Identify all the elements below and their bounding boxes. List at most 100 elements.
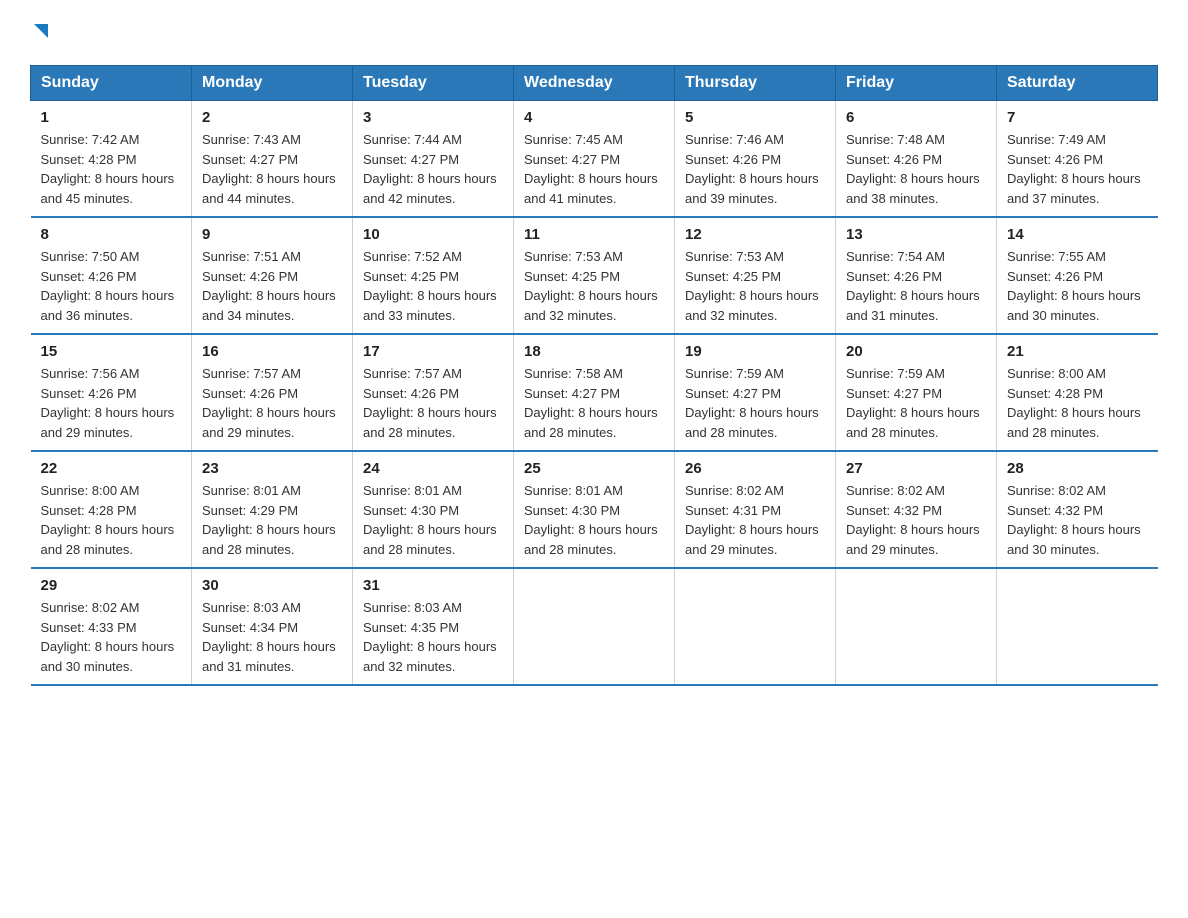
day-info: Sunrise: 7:42 AMSunset: 4:28 PMDaylight:…: [41, 132, 175, 206]
header-monday: Monday: [192, 66, 353, 101]
day-info: Sunrise: 7:55 AMSunset: 4:26 PMDaylight:…: [1007, 249, 1141, 323]
calendar-cell: 9 Sunrise: 7:51 AMSunset: 4:26 PMDayligh…: [192, 217, 353, 334]
day-info: Sunrise: 7:53 AMSunset: 4:25 PMDaylight:…: [685, 249, 819, 323]
logo-arrow-icon: [30, 20, 52, 47]
day-number: 29: [41, 577, 182, 594]
calendar-cell: 5 Sunrise: 7:46 AMSunset: 4:26 PMDayligh…: [675, 101, 836, 218]
day-info: Sunrise: 7:45 AMSunset: 4:27 PMDaylight:…: [524, 132, 658, 206]
header-saturday: Saturday: [997, 66, 1158, 101]
calendar-week-row: 1 Sunrise: 7:42 AMSunset: 4:28 PMDayligh…: [31, 101, 1158, 218]
day-info: Sunrise: 8:03 AMSunset: 4:35 PMDaylight:…: [363, 600, 497, 674]
header-thursday: Thursday: [675, 66, 836, 101]
calendar-cell: 29 Sunrise: 8:02 AMSunset: 4:33 PMDaylig…: [31, 568, 192, 685]
day-number: 15: [41, 343, 182, 360]
day-info: Sunrise: 8:02 AMSunset: 4:33 PMDaylight:…: [41, 600, 175, 674]
calendar-cell: 6 Sunrise: 7:48 AMSunset: 4:26 PMDayligh…: [836, 101, 997, 218]
day-number: 11: [524, 226, 664, 243]
calendar-cell: 23 Sunrise: 8:01 AMSunset: 4:29 PMDaylig…: [192, 451, 353, 568]
calendar-cell: 19 Sunrise: 7:59 AMSunset: 4:27 PMDaylig…: [675, 334, 836, 451]
calendar-cell: 28 Sunrise: 8:02 AMSunset: 4:32 PMDaylig…: [997, 451, 1158, 568]
day-info: Sunrise: 7:52 AMSunset: 4:25 PMDaylight:…: [363, 249, 497, 323]
day-number: 6: [846, 109, 986, 126]
day-number: 23: [202, 460, 342, 477]
calendar-cell: 4 Sunrise: 7:45 AMSunset: 4:27 PMDayligh…: [514, 101, 675, 218]
calendar-cell: 3 Sunrise: 7:44 AMSunset: 4:27 PMDayligh…: [353, 101, 514, 218]
calendar-cell: 16 Sunrise: 7:57 AMSunset: 4:26 PMDaylig…: [192, 334, 353, 451]
day-info: Sunrise: 7:51 AMSunset: 4:26 PMDaylight:…: [202, 249, 336, 323]
calendar-cell: 21 Sunrise: 8:00 AMSunset: 4:28 PMDaylig…: [997, 334, 1158, 451]
day-number: 1: [41, 109, 182, 126]
day-info: Sunrise: 8:02 AMSunset: 4:32 PMDaylight:…: [846, 483, 980, 557]
calendar-week-row: 15 Sunrise: 7:56 AMSunset: 4:26 PMDaylig…: [31, 334, 1158, 451]
day-info: Sunrise: 8:03 AMSunset: 4:34 PMDaylight:…: [202, 600, 336, 674]
day-info: Sunrise: 8:01 AMSunset: 4:30 PMDaylight:…: [363, 483, 497, 557]
day-number: 27: [846, 460, 986, 477]
day-number: 22: [41, 460, 182, 477]
calendar-cell: 14 Sunrise: 7:55 AMSunset: 4:26 PMDaylig…: [997, 217, 1158, 334]
header-wednesday: Wednesday: [514, 66, 675, 101]
day-number: 30: [202, 577, 342, 594]
day-number: 12: [685, 226, 825, 243]
day-number: 31: [363, 577, 503, 594]
day-number: 3: [363, 109, 503, 126]
header-friday: Friday: [836, 66, 997, 101]
day-info: Sunrise: 8:02 AMSunset: 4:31 PMDaylight:…: [685, 483, 819, 557]
day-info: Sunrise: 7:57 AMSunset: 4:26 PMDaylight:…: [363, 366, 497, 440]
day-number: 24: [363, 460, 503, 477]
day-info: Sunrise: 7:50 AMSunset: 4:26 PMDaylight:…: [41, 249, 175, 323]
day-number: 9: [202, 226, 342, 243]
calendar-cell: [997, 568, 1158, 685]
day-number: 5: [685, 109, 825, 126]
calendar-cell: 11 Sunrise: 7:53 AMSunset: 4:25 PMDaylig…: [514, 217, 675, 334]
calendar-cell: 1 Sunrise: 7:42 AMSunset: 4:28 PMDayligh…: [31, 101, 192, 218]
day-info: Sunrise: 8:00 AMSunset: 4:28 PMDaylight:…: [41, 483, 175, 557]
calendar-week-row: 29 Sunrise: 8:02 AMSunset: 4:33 PMDaylig…: [31, 568, 1158, 685]
calendar-cell: 13 Sunrise: 7:54 AMSunset: 4:26 PMDaylig…: [836, 217, 997, 334]
calendar-cell: 17 Sunrise: 7:57 AMSunset: 4:26 PMDaylig…: [353, 334, 514, 451]
day-number: 8: [41, 226, 182, 243]
calendar-header-row: SundayMondayTuesdayWednesdayThursdayFrid…: [31, 66, 1158, 101]
day-info: Sunrise: 8:01 AMSunset: 4:30 PMDaylight:…: [524, 483, 658, 557]
calendar-cell: 15 Sunrise: 7:56 AMSunset: 4:26 PMDaylig…: [31, 334, 192, 451]
day-number: 7: [1007, 109, 1148, 126]
day-number: 18: [524, 343, 664, 360]
day-number: 2: [202, 109, 342, 126]
calendar-cell: 22 Sunrise: 8:00 AMSunset: 4:28 PMDaylig…: [31, 451, 192, 568]
day-number: 16: [202, 343, 342, 360]
calendar-week-row: 22 Sunrise: 8:00 AMSunset: 4:28 PMDaylig…: [31, 451, 1158, 568]
calendar-cell: 12 Sunrise: 7:53 AMSunset: 4:25 PMDaylig…: [675, 217, 836, 334]
day-info: Sunrise: 7:56 AMSunset: 4:26 PMDaylight:…: [41, 366, 175, 440]
calendar-table: SundayMondayTuesdayWednesdayThursdayFrid…: [30, 65, 1158, 686]
calendar-cell: 27 Sunrise: 8:02 AMSunset: 4:32 PMDaylig…: [836, 451, 997, 568]
header-tuesday: Tuesday: [353, 66, 514, 101]
calendar-cell: 30 Sunrise: 8:03 AMSunset: 4:34 PMDaylig…: [192, 568, 353, 685]
day-number: 14: [1007, 226, 1148, 243]
day-number: 28: [1007, 460, 1148, 477]
day-info: Sunrise: 7:58 AMSunset: 4:27 PMDaylight:…: [524, 366, 658, 440]
day-number: 10: [363, 226, 503, 243]
day-info: Sunrise: 8:01 AMSunset: 4:29 PMDaylight:…: [202, 483, 336, 557]
calendar-cell: [675, 568, 836, 685]
day-number: 25: [524, 460, 664, 477]
day-info: Sunrise: 7:43 AMSunset: 4:27 PMDaylight:…: [202, 132, 336, 206]
calendar-cell: 8 Sunrise: 7:50 AMSunset: 4:26 PMDayligh…: [31, 217, 192, 334]
day-info: Sunrise: 7:59 AMSunset: 4:27 PMDaylight:…: [685, 366, 819, 440]
calendar-cell: 18 Sunrise: 7:58 AMSunset: 4:27 PMDaylig…: [514, 334, 675, 451]
calendar-week-row: 8 Sunrise: 7:50 AMSunset: 4:26 PMDayligh…: [31, 217, 1158, 334]
page-header: [30, 20, 1158, 47]
day-number: 20: [846, 343, 986, 360]
day-info: Sunrise: 7:49 AMSunset: 4:26 PMDaylight:…: [1007, 132, 1141, 206]
calendar-cell: [514, 568, 675, 685]
day-info: Sunrise: 7:44 AMSunset: 4:27 PMDaylight:…: [363, 132, 497, 206]
logo: [30, 20, 52, 47]
day-info: Sunrise: 7:59 AMSunset: 4:27 PMDaylight:…: [846, 366, 980, 440]
calendar-cell: 26 Sunrise: 8:02 AMSunset: 4:31 PMDaylig…: [675, 451, 836, 568]
day-number: 17: [363, 343, 503, 360]
calendar-cell: 7 Sunrise: 7:49 AMSunset: 4:26 PMDayligh…: [997, 101, 1158, 218]
day-info: Sunrise: 8:02 AMSunset: 4:32 PMDaylight:…: [1007, 483, 1141, 557]
header-sunday: Sunday: [31, 66, 192, 101]
day-info: Sunrise: 8:00 AMSunset: 4:28 PMDaylight:…: [1007, 366, 1141, 440]
day-number: 13: [846, 226, 986, 243]
day-info: Sunrise: 7:53 AMSunset: 4:25 PMDaylight:…: [524, 249, 658, 323]
day-info: Sunrise: 7:54 AMSunset: 4:26 PMDaylight:…: [846, 249, 980, 323]
